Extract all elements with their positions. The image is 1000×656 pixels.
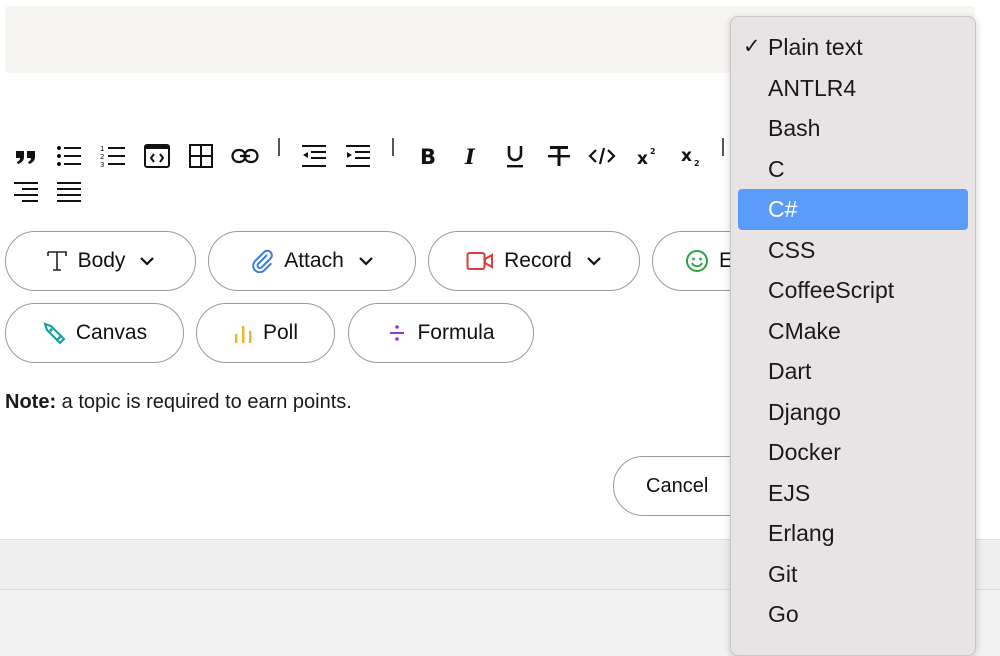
- toolbar-separator: [392, 138, 394, 156]
- svg-text:B: B: [420, 146, 436, 166]
- language-option[interactable]: C#: [738, 189, 968, 230]
- svg-text:2: 2: [650, 147, 656, 156]
- canvas-button[interactable]: Canvas: [5, 303, 184, 363]
- justify-icon[interactable]: [52, 176, 86, 210]
- language-option[interactable]: Bash: [731, 108, 975, 149]
- chevron-down-icon: [139, 256, 155, 266]
- language-option-label: Plain text: [768, 34, 863, 60]
- subscript-icon[interactable]: x2: [675, 139, 709, 173]
- language-option-label: Django: [768, 398, 841, 425]
- note-text: Note: a topic is required to earn points…: [5, 391, 352, 414]
- record-button-label: Record: [504, 249, 572, 272]
- svg-text:I: I: [464, 146, 476, 166]
- divide-icon: [387, 323, 407, 343]
- language-option-label: Go: [768, 601, 799, 627]
- align-right-icon[interactable]: [9, 176, 43, 210]
- bar-chart-icon: [233, 322, 253, 344]
- language-list: ✓ Plain text ANTLR4 Bash C C# CSS CoffeeScript C…: [731, 27, 975, 635]
- language-option[interactable]: EJS: [731, 473, 975, 514]
- text-type-icon: [46, 250, 68, 272]
- canvas-button-label: Canvas: [75, 321, 148, 344]
- language-option[interactable]: Docker: [731, 432, 975, 473]
- language-option-label: C#: [768, 196, 798, 222]
- toolbar-separator: [722, 138, 724, 156]
- quote-icon[interactable]: [9, 139, 43, 173]
- outdent-icon[interactable]: [297, 139, 331, 173]
- smiley-icon: [685, 249, 709, 273]
- svg-text:3: 3: [100, 161, 104, 167]
- bullet-list-icon[interactable]: [52, 139, 86, 173]
- table-icon[interactable]: [184, 139, 218, 173]
- chevron-down-icon: [586, 256, 602, 266]
- inline-code-icon[interactable]: [585, 139, 619, 173]
- language-option[interactable]: Django: [731, 392, 975, 433]
- svg-text:2: 2: [694, 159, 700, 167]
- record-button[interactable]: Record: [428, 231, 640, 291]
- language-option[interactable]: CSS: [731, 230, 975, 271]
- poll-button[interactable]: Poll: [196, 303, 335, 363]
- checkmark-icon: ✓: [743, 35, 761, 58]
- language-option[interactable]: CoffeeScript: [731, 270, 975, 311]
- language-option-label: CMake: [768, 317, 841, 344]
- numbered-list-icon[interactable]: 123: [96, 139, 130, 173]
- pen-nib-icon: [42, 321, 66, 345]
- chevron-down-icon: [358, 256, 374, 266]
- language-option-label: EJS: [768, 479, 811, 506]
- underline-icon[interactable]: [498, 139, 532, 173]
- language-option-label: C: [768, 155, 785, 182]
- language-option-label: Dart: [768, 358, 812, 384]
- svg-text:1: 1: [100, 145, 104, 153]
- language-option[interactable]: ✓ Plain text: [731, 27, 975, 68]
- body-button-label: Body: [77, 249, 126, 272]
- superscript-icon[interactable]: x2: [631, 139, 665, 173]
- language-option-label: Erlang: [768, 520, 835, 546]
- indent-icon[interactable]: [341, 139, 375, 173]
- language-option[interactable]: C: [731, 149, 975, 190]
- paperclip-icon: [250, 249, 274, 273]
- language-option-label: Git: [768, 560, 798, 587]
- body-button[interactable]: Body: [5, 231, 196, 291]
- attach-button-label: Attach: [284, 249, 344, 272]
- formula-button-label: Formula: [417, 321, 495, 344]
- svg-text:x: x: [637, 149, 648, 166]
- language-option[interactable]: CMake: [731, 311, 975, 352]
- language-option-label: Docker: [768, 439, 841, 465]
- note-body: a topic is required to earn points.: [56, 391, 352, 413]
- video-camera-icon: [466, 251, 494, 271]
- language-option[interactable]: Erlang: [731, 513, 975, 554]
- svg-text:2: 2: [100, 153, 104, 161]
- poll-button-label: Poll: [262, 321, 299, 344]
- strikethrough-icon[interactable]: [542, 139, 576, 173]
- language-option-label: CSS: [768, 236, 816, 263]
- note-label: Note:: [5, 391, 57, 413]
- language-option[interactable]: Git: [731, 554, 975, 595]
- language-option-label: Bash: [768, 115, 821, 141]
- italic-icon[interactable]: I: [455, 139, 489, 173]
- bold-icon[interactable]: B: [411, 139, 445, 173]
- language-option-label: ANTLR4: [768, 74, 857, 101]
- link-icon[interactable]: [228, 139, 262, 173]
- language-option-label: CoffeeScript: [768, 277, 895, 303]
- language-option[interactable]: Go: [731, 594, 975, 635]
- attach-button[interactable]: Attach: [208, 231, 416, 291]
- language-option[interactable]: ANTLR4: [731, 68, 975, 109]
- language-option[interactable]: Dart: [731, 351, 975, 392]
- formula-button[interactable]: Formula: [348, 303, 534, 363]
- language-dropdown[interactable]: ✓ Plain text ANTLR4 Bash C C# CSS CoffeeScript C…: [730, 16, 976, 656]
- svg-text:x: x: [681, 146, 692, 166]
- code-block-icon[interactable]: [140, 139, 174, 173]
- toolbar-separator: [278, 138, 280, 156]
